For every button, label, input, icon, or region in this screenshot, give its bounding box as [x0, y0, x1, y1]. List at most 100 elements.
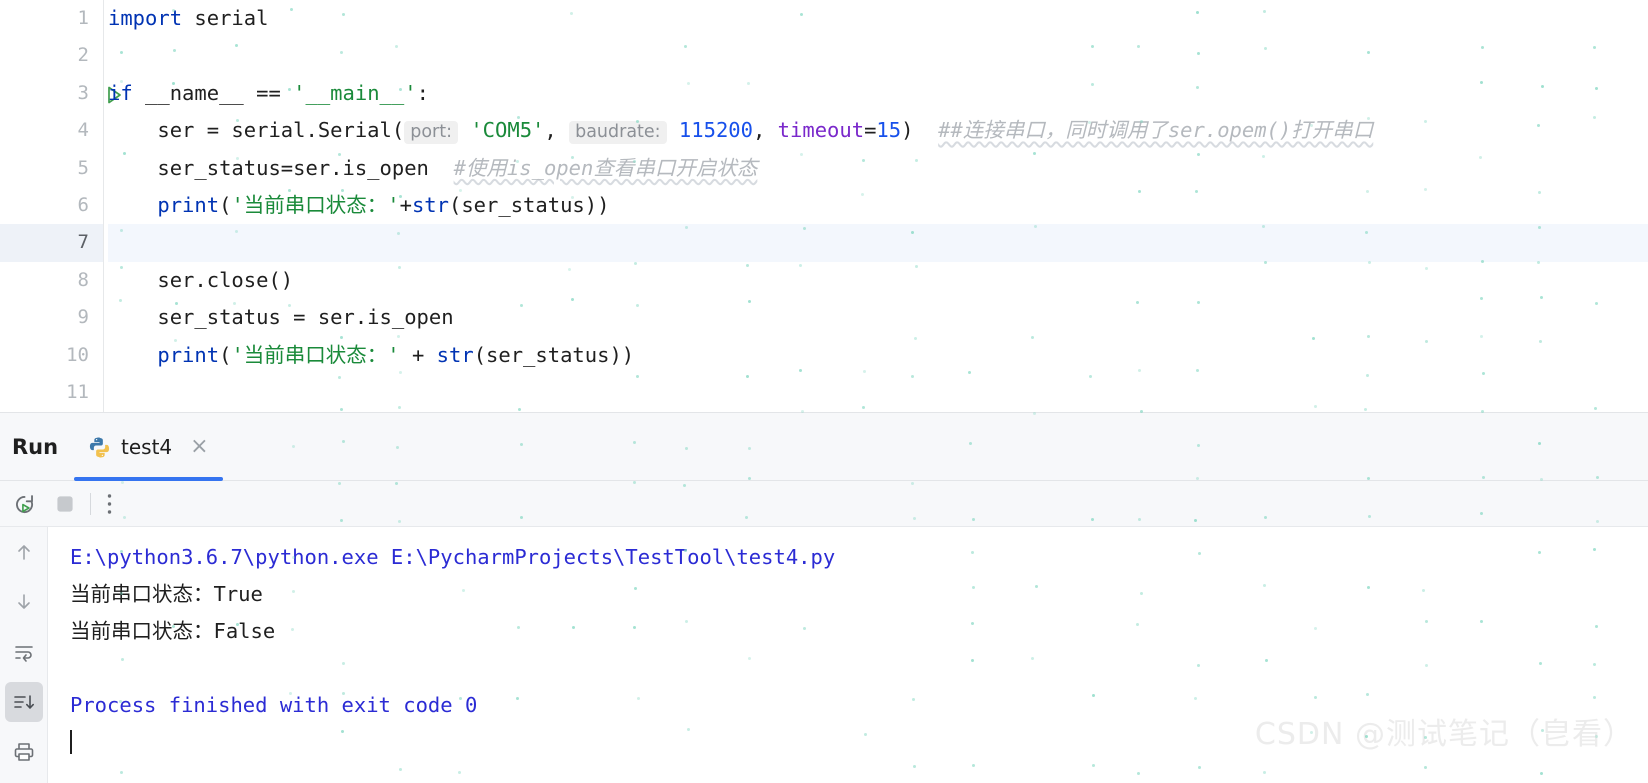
line-number-1[interactable]: 1 — [0, 0, 103, 37]
code-token-num: 15 — [876, 118, 902, 143]
code-token-cmt: #使用is_open查看串口开启状态 — [453, 155, 758, 180]
run-panel-header: Run test4 × — [0, 413, 1648, 481]
line-number-3[interactable]: 3 — [0, 75, 121, 112]
console-line-0: E:\python3.6.7\python.exe E:\PycharmProj… — [70, 545, 836, 569]
code-token-plain: : — [416, 80, 429, 105]
code-line-7[interactable] — [108, 224, 1648, 262]
code-token-kw: if — [108, 80, 133, 105]
console-line-3 — [70, 650, 1648, 687]
code-content[interactable]: import serial if __name__ == '__main__': … — [104, 0, 1648, 412]
code-editor[interactable]: 1 2 3 4 5 6 7 8 9 10 11 import serial if __name__ =… — [0, 0, 1648, 412]
line-number-4[interactable]: 4 — [0, 112, 103, 149]
code-token-str: 'COM5' — [470, 118, 545, 143]
run-tab-test4[interactable]: test4 × — [74, 413, 223, 481]
console-output[interactable]: E:\python3.6.7\python.exe E:\PycharmProj… — [48, 527, 1648, 783]
console-line-2: 当前串口状态：False — [70, 619, 276, 643]
console-caret — [70, 724, 1648, 761]
line-number-label: 2 — [77, 44, 89, 67]
code-token-hint: port: — [404, 121, 458, 145]
editor-gutter[interactable]: 1 2 3 4 5 6 7 8 9 10 11 — [0, 0, 121, 412]
code-line-5[interactable]: ser_status=ser.is_open #使用is_open查看串口开启状… — [108, 150, 1648, 187]
run-tool-window: Run test4 × E:\python3.6.7\python.exe E:… — [0, 412, 1648, 783]
line-number-7[interactable]: 7 — [0, 224, 103, 262]
line-number-label: 8 — [77, 268, 89, 291]
code-token-plain: serial — [182, 6, 269, 30]
line-number-label: 1 — [77, 7, 89, 29]
code-token-plain: ser_status = ser.is_open — [108, 305, 454, 330]
console-line-1: 当前串口状态：True — [70, 582, 263, 606]
more-options-icon[interactable] — [107, 493, 112, 515]
scroll-to-end-icon[interactable] — [0, 677, 48, 727]
code-token-bi: str — [411, 192, 449, 217]
code-token-plain: ( — [219, 342, 232, 367]
line-number-label: 3 — [77, 81, 89, 104]
code-token-named: timeout — [777, 118, 865, 143]
console-line-4: Process finished with exit code 0 — [70, 693, 478, 717]
code-line-1[interactable]: import serial — [108, 0, 1648, 37]
line-number-label: 10 — [66, 343, 89, 366]
code-line-6[interactable]: print('当前串口状态：'+str(ser_status)) — [108, 187, 1648, 224]
code-token-str: '当前串口状态：' — [231, 192, 400, 217]
code-line-10[interactable]: print('当前串口状态：' + str(ser_status)) — [108, 337, 1648, 374]
pycharm-window: 1 2 3 4 5 6 7 8 9 10 11 import serial if __name__ =… — [0, 0, 1648, 783]
code-token-plain: ser = serial.Serial( — [108, 118, 405, 143]
code-token-plain: ser_status=ser.is_open — [108, 155, 429, 180]
code-token-plain: ) — [901, 118, 914, 143]
line-number-5[interactable]: 5 — [0, 150, 103, 187]
code-token-bi: print — [157, 192, 220, 217]
line-number-9[interactable]: 9 — [0, 299, 103, 336]
code-line-4[interactable]: ser = serial.Serial(port: 'COM5', baudra… — [108, 112, 1648, 149]
code-token-op: = — [864, 118, 877, 143]
console-side-toolbar — [0, 527, 48, 783]
code-line-3[interactable]: if __name__ == '__main__': — [108, 75, 1648, 112]
up-arrow-icon[interactable] — [0, 527, 48, 577]
code-token-op: + — [399, 342, 437, 367]
run-panel-title: Run — [12, 435, 59, 459]
down-arrow-icon[interactable] — [0, 577, 48, 627]
code-token-plain: ( — [219, 192, 232, 217]
line-number-label: 6 — [77, 193, 89, 216]
code-token-str: '当前串口状态：' — [231, 342, 400, 367]
line-number-label: 7 — [77, 231, 89, 254]
trash-icon[interactable] — [0, 777, 48, 783]
stop-icon[interactable] — [52, 491, 78, 517]
code-token-hint: baudrate: — [569, 121, 667, 145]
line-number-2[interactable]: 2 — [0, 37, 103, 74]
code-token-plain: ser.close() — [108, 267, 294, 292]
line-number-11[interactable]: 11 — [0, 374, 103, 411]
line-number-label: 4 — [77, 119, 89, 142]
code-line-8[interactable]: ser.close() — [108, 262, 1648, 299]
code-token-op: + — [399, 192, 412, 217]
code-token-plain: , — [752, 118, 778, 143]
line-number-8[interactable]: 8 — [0, 262, 103, 299]
line-number-label: 11 — [66, 380, 89, 403]
code-token-bi: str — [436, 342, 474, 367]
line-number-label: 9 — [77, 306, 89, 329]
soft-wrap-icon[interactable] — [0, 627, 48, 677]
run-tab-label: test4 — [121, 435, 173, 459]
code-token-plain: (ser_status)) — [449, 192, 610, 217]
line-number-label: 5 — [77, 156, 89, 179]
run-toolbar — [0, 481, 1648, 527]
code-token-plain: (ser_status)) — [473, 342, 635, 367]
code-line-9[interactable]: ser_status = ser.is_open — [108, 299, 1648, 336]
code-line-11[interactable] — [108, 374, 1648, 411]
line-number-10[interactable]: 10 — [0, 337, 103, 374]
code-token-plain: __name__ — [132, 80, 257, 105]
code-token-op: == — [256, 80, 281, 105]
close-icon[interactable]: × — [190, 436, 208, 458]
line-number-6[interactable]: 6 — [0, 187, 103, 224]
toolbar-divider — [90, 493, 91, 515]
python-icon — [89, 437, 110, 457]
print-icon[interactable] — [0, 727, 48, 777]
code-token-kw: import — [108, 6, 183, 30]
code-line-2[interactable] — [108, 37, 1648, 74]
rerun-icon[interactable] — [11, 491, 37, 517]
code-token-plain: , — [544, 118, 570, 143]
